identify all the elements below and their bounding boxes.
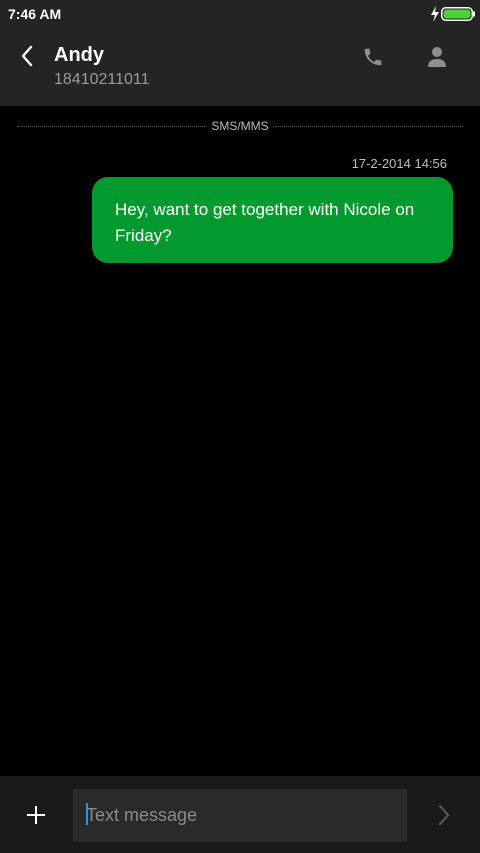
contact-details-button[interactable] [423, 43, 451, 71]
person-icon [428, 47, 446, 67]
status-bar: 7:46 AM [0, 0, 480, 27]
battery-icon [441, 7, 475, 21]
conversation-header: Andy 18410211011 [0, 27, 480, 106]
contact-number: 18410211011 [54, 71, 150, 88]
back-button[interactable] [12, 41, 42, 71]
charging-icon [431, 6, 439, 22]
message-composer [0, 776, 480, 853]
message-thread[interactable]: SMS/MMS 17-2-2014 14:56 Hey, want to get… [0, 106, 480, 776]
send-arrow-icon [439, 805, 449, 825]
send-button[interactable] [432, 802, 456, 828]
call-button[interactable] [359, 43, 387, 71]
attach-button[interactable] [23, 802, 49, 828]
channel-divider: SMS/MMS [17, 118, 463, 134]
messaging-screen: 7:46 AM Andy 18410211011 SMS/MMS 17-2-20… [0, 0, 480, 853]
contact-name: Andy [54, 44, 104, 66]
status-time: 7:46 AM [8, 6, 62, 22]
outgoing-message-bubble[interactable]: Hey, want to get together with Nicole on… [92, 177, 453, 263]
divider-line-right [274, 125, 463, 127]
plus-icon [27, 806, 45, 824]
message-input[interactable] [73, 789, 407, 842]
phone-icon [364, 48, 382, 66]
channel-label: SMS/MMS [211, 119, 269, 133]
text-caret [86, 803, 88, 825]
back-arrow-icon [21, 45, 33, 67]
divider-line-left [17, 125, 206, 127]
message-timestamp: 17-2-2014 14:56 [351, 156, 447, 171]
